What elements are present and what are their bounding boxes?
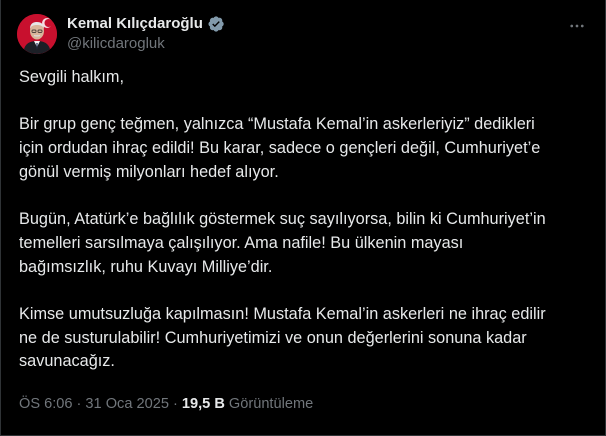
display-name-row: Kemal Kılıçdaroğlu [67, 14, 225, 34]
tweet-meta: ÖS 6:06 · 31 Oca 2025 · 19,5 B Görüntüle… [19, 396, 313, 412]
tweet-card: Kemal Kılıçdaroğlu @kilicdarogluk Sevgil… [0, 0, 606, 436]
views-count[interactable]: 19,5 B [182, 396, 225, 412]
more-horizontal-icon [570, 24, 584, 28]
display-name[interactable]: Kemal Kılıçdaroğlu [67, 14, 203, 34]
tweet-header: Kemal Kılıçdaroğlu @kilicdarogluk [17, 12, 589, 56]
profile-photo-icon [17, 14, 57, 54]
verified-badge-icon[interactable] [207, 15, 225, 33]
handle[interactable]: @kilicdarogluk [67, 34, 225, 54]
meta-separator: · [173, 396, 178, 412]
tweet-time[interactable]: ÖS 6:06 [19, 396, 73, 412]
avatar[interactable] [17, 14, 57, 54]
more-options-button[interactable] [565, 14, 589, 38]
views-label[interactable]: Görüntüleme [229, 396, 313, 412]
author-names: Kemal Kılıçdaroğlu @kilicdarogluk [67, 14, 225, 54]
tweet-date[interactable]: 31 Oca 2025 [85, 396, 169, 412]
meta-separator: · [76, 396, 82, 412]
tweet-text: Sevgili halkım, Bir grup genç teğmen, ya… [19, 68, 546, 371]
